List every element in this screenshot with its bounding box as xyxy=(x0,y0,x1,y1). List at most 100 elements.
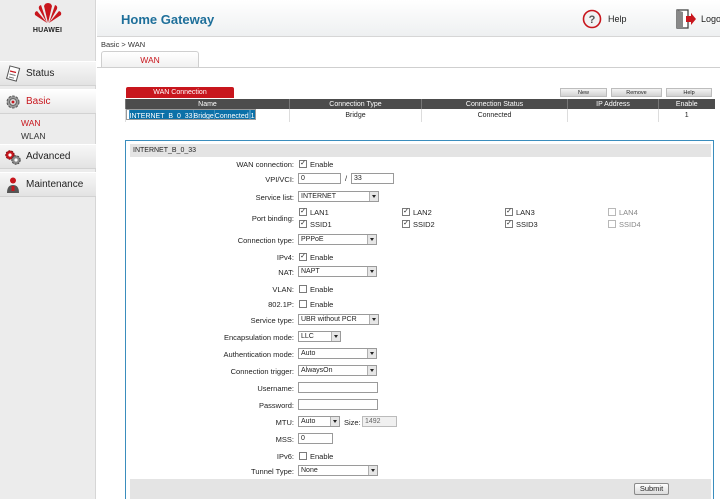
password-field[interactable] xyxy=(298,399,378,410)
cell-enable: 1 xyxy=(658,109,715,122)
advanced-icon xyxy=(5,149,21,165)
username-label: Username: xyxy=(257,384,294,393)
port-lan4-label: LAN4 xyxy=(619,208,638,217)
new-button[interactable]: New xyxy=(560,88,607,97)
ipv6-enable-text: Enable xyxy=(310,452,334,461)
remove-button[interactable]: Remove xyxy=(611,88,662,97)
port-ssid2-checkbox[interactable]: ✓ xyxy=(402,220,410,228)
logout-link[interactable]: Logout xyxy=(675,9,720,29)
table-help-button[interactable]: Help xyxy=(666,88,712,97)
sidebar-subitem-wlan[interactable]: WLAN xyxy=(0,129,96,143)
nat-label: NAT: xyxy=(278,268,294,277)
encapsulation-mode-label: Encapsulation mode: xyxy=(223,333,294,342)
tunnel-type-label: Tunnel Type: xyxy=(251,467,294,476)
nat-value: NAPT xyxy=(301,268,320,275)
service-list-select[interactable]: INTERNET xyxy=(298,191,379,202)
cell-enable: 1 xyxy=(249,110,255,119)
encapsulation-mode-select[interactable]: LLC xyxy=(298,331,341,342)
tab-wan[interactable]: WAN xyxy=(101,51,199,67)
tunnel-type-select[interactable]: None xyxy=(298,465,378,476)
chevron-down-icon xyxy=(367,267,376,276)
encapsulation-mode-value: LLC xyxy=(301,333,314,340)
port-lan1-label: LAN1 xyxy=(310,208,329,217)
chevron-down-icon xyxy=(367,366,376,375)
sidebar: HUAWEI Status Basic WAN WLAN Advanced Ma… xyxy=(0,0,96,499)
chevron-down-icon xyxy=(330,417,339,426)
ipv4-checkbox[interactable]: ✓ xyxy=(299,253,307,261)
mss-field[interactable]: 0 xyxy=(298,433,333,444)
chevron-down-icon xyxy=(331,332,340,341)
connection-type-select[interactable]: PPPoE xyxy=(298,234,377,245)
vlan-enable-text: Enable xyxy=(310,285,334,294)
submit-button[interactable]: Submit xyxy=(634,483,669,495)
port-ssid2-label: SSID2 xyxy=(413,220,435,229)
table-row[interactable]: INTERNET_B_0_33 Bridge Connected 1 xyxy=(125,109,256,120)
ipv6-label: IPv6: xyxy=(276,452,294,461)
vci-input[interactable]: 33 xyxy=(351,173,394,184)
auth-mode-select[interactable]: Auto xyxy=(298,348,377,359)
cell-status: Connected xyxy=(421,109,568,122)
help-label: Help xyxy=(608,14,627,24)
dot1p-enable-text: Enable xyxy=(310,300,334,309)
service-type-select[interactable]: UBR without PCR xyxy=(298,314,379,325)
sidebar-item-advanced[interactable]: Advanced xyxy=(0,144,96,169)
port-lan3-checkbox[interactable]: ✓ xyxy=(505,208,513,216)
connection-trigger-select[interactable]: AlwaysOn xyxy=(298,365,377,376)
service-list-value: INTERNET xyxy=(301,193,336,200)
wan-connection-label: WAN Connection xyxy=(126,87,234,98)
chevron-down-icon xyxy=(367,349,376,358)
port-lan1-checkbox[interactable]: ✓ xyxy=(299,208,307,216)
port-ssid4-checkbox[interactable] xyxy=(608,220,616,228)
maintenance-icon xyxy=(7,177,19,193)
mtu-size-label: Size: xyxy=(344,418,361,427)
sidebar-item-label: Status xyxy=(26,68,55,79)
vpi-input[interactable]: 0 xyxy=(298,173,341,184)
cell-status: Connected xyxy=(213,110,250,119)
vlan-label: VLAN: xyxy=(272,285,294,294)
sidebar-item-basic[interactable]: Basic xyxy=(0,89,96,114)
mtu-size-field[interactable]: 1492 xyxy=(362,416,397,427)
wan-connection-enable-text: Enable xyxy=(310,160,334,169)
port-lan4-checkbox[interactable] xyxy=(608,208,616,216)
chevron-down-icon xyxy=(368,466,377,475)
logout-label: Logout xyxy=(701,14,720,24)
form-footer: Submit xyxy=(130,479,711,499)
huawei-logo: HUAWEI xyxy=(0,0,95,40)
wan-connection-table: Name Connection Type Connection Status I… xyxy=(125,99,715,122)
connection-detail-panel: INTERNET_B_0_33 WAN connection: ✓ Enable… xyxy=(125,140,714,499)
connection-trigger-value: AlwaysOn xyxy=(301,367,333,374)
dot1p-label: 802.1P: xyxy=(268,300,294,309)
panel-title: INTERNET_B_0_33 xyxy=(130,144,711,157)
port-ssid3-label: SSID3 xyxy=(516,220,538,229)
port-lan2-checkbox[interactable]: ✓ xyxy=(402,208,410,216)
nat-select[interactable]: NAPT xyxy=(298,266,377,277)
password-label: Password: xyxy=(258,401,294,410)
sidebar-item-status[interactable]: Status xyxy=(0,61,96,86)
chevron-down-icon xyxy=(369,192,378,201)
breadcrumb: Basic > WAN xyxy=(101,40,146,49)
port-ssid1-checkbox[interactable]: ✓ xyxy=(299,220,307,228)
cell-type: Bridge xyxy=(289,109,422,122)
ipv6-checkbox[interactable] xyxy=(299,452,307,460)
table-header-row: Name Connection Type Connection Status I… xyxy=(125,99,715,109)
sidebar-item-maintenance[interactable]: Maintenance xyxy=(0,172,96,197)
sidebar-subitem-wan[interactable]: WAN xyxy=(0,116,96,130)
help-icon: ? xyxy=(582,9,602,29)
connection-type-label: Connection type: xyxy=(237,236,294,245)
header: Home Gateway ? Help Logout xyxy=(97,0,720,37)
cell-name: INTERNET_B_0_33 xyxy=(128,110,194,119)
vlan-checkbox[interactable] xyxy=(299,285,307,293)
vpi-vci-label: VPI/VCI: xyxy=(265,175,294,184)
cell-type: Bridge xyxy=(192,110,215,119)
help-link[interactable]: ? Help xyxy=(582,9,627,29)
dot1p-checkbox[interactable] xyxy=(299,300,307,308)
mtu-select[interactable]: Auto xyxy=(298,416,340,427)
gear-icon xyxy=(6,95,20,108)
connection-trigger-label: Connection trigger: xyxy=(230,367,294,376)
port-ssid3-checkbox[interactable]: ✓ xyxy=(505,220,513,228)
wan-connection-checkbox[interactable]: ✓ xyxy=(299,160,307,168)
logo-text: HUAWEI xyxy=(32,27,63,34)
username-field[interactable] xyxy=(298,382,378,393)
huawei-logo-icon xyxy=(34,3,61,23)
tunnel-type-value: None xyxy=(301,467,318,474)
